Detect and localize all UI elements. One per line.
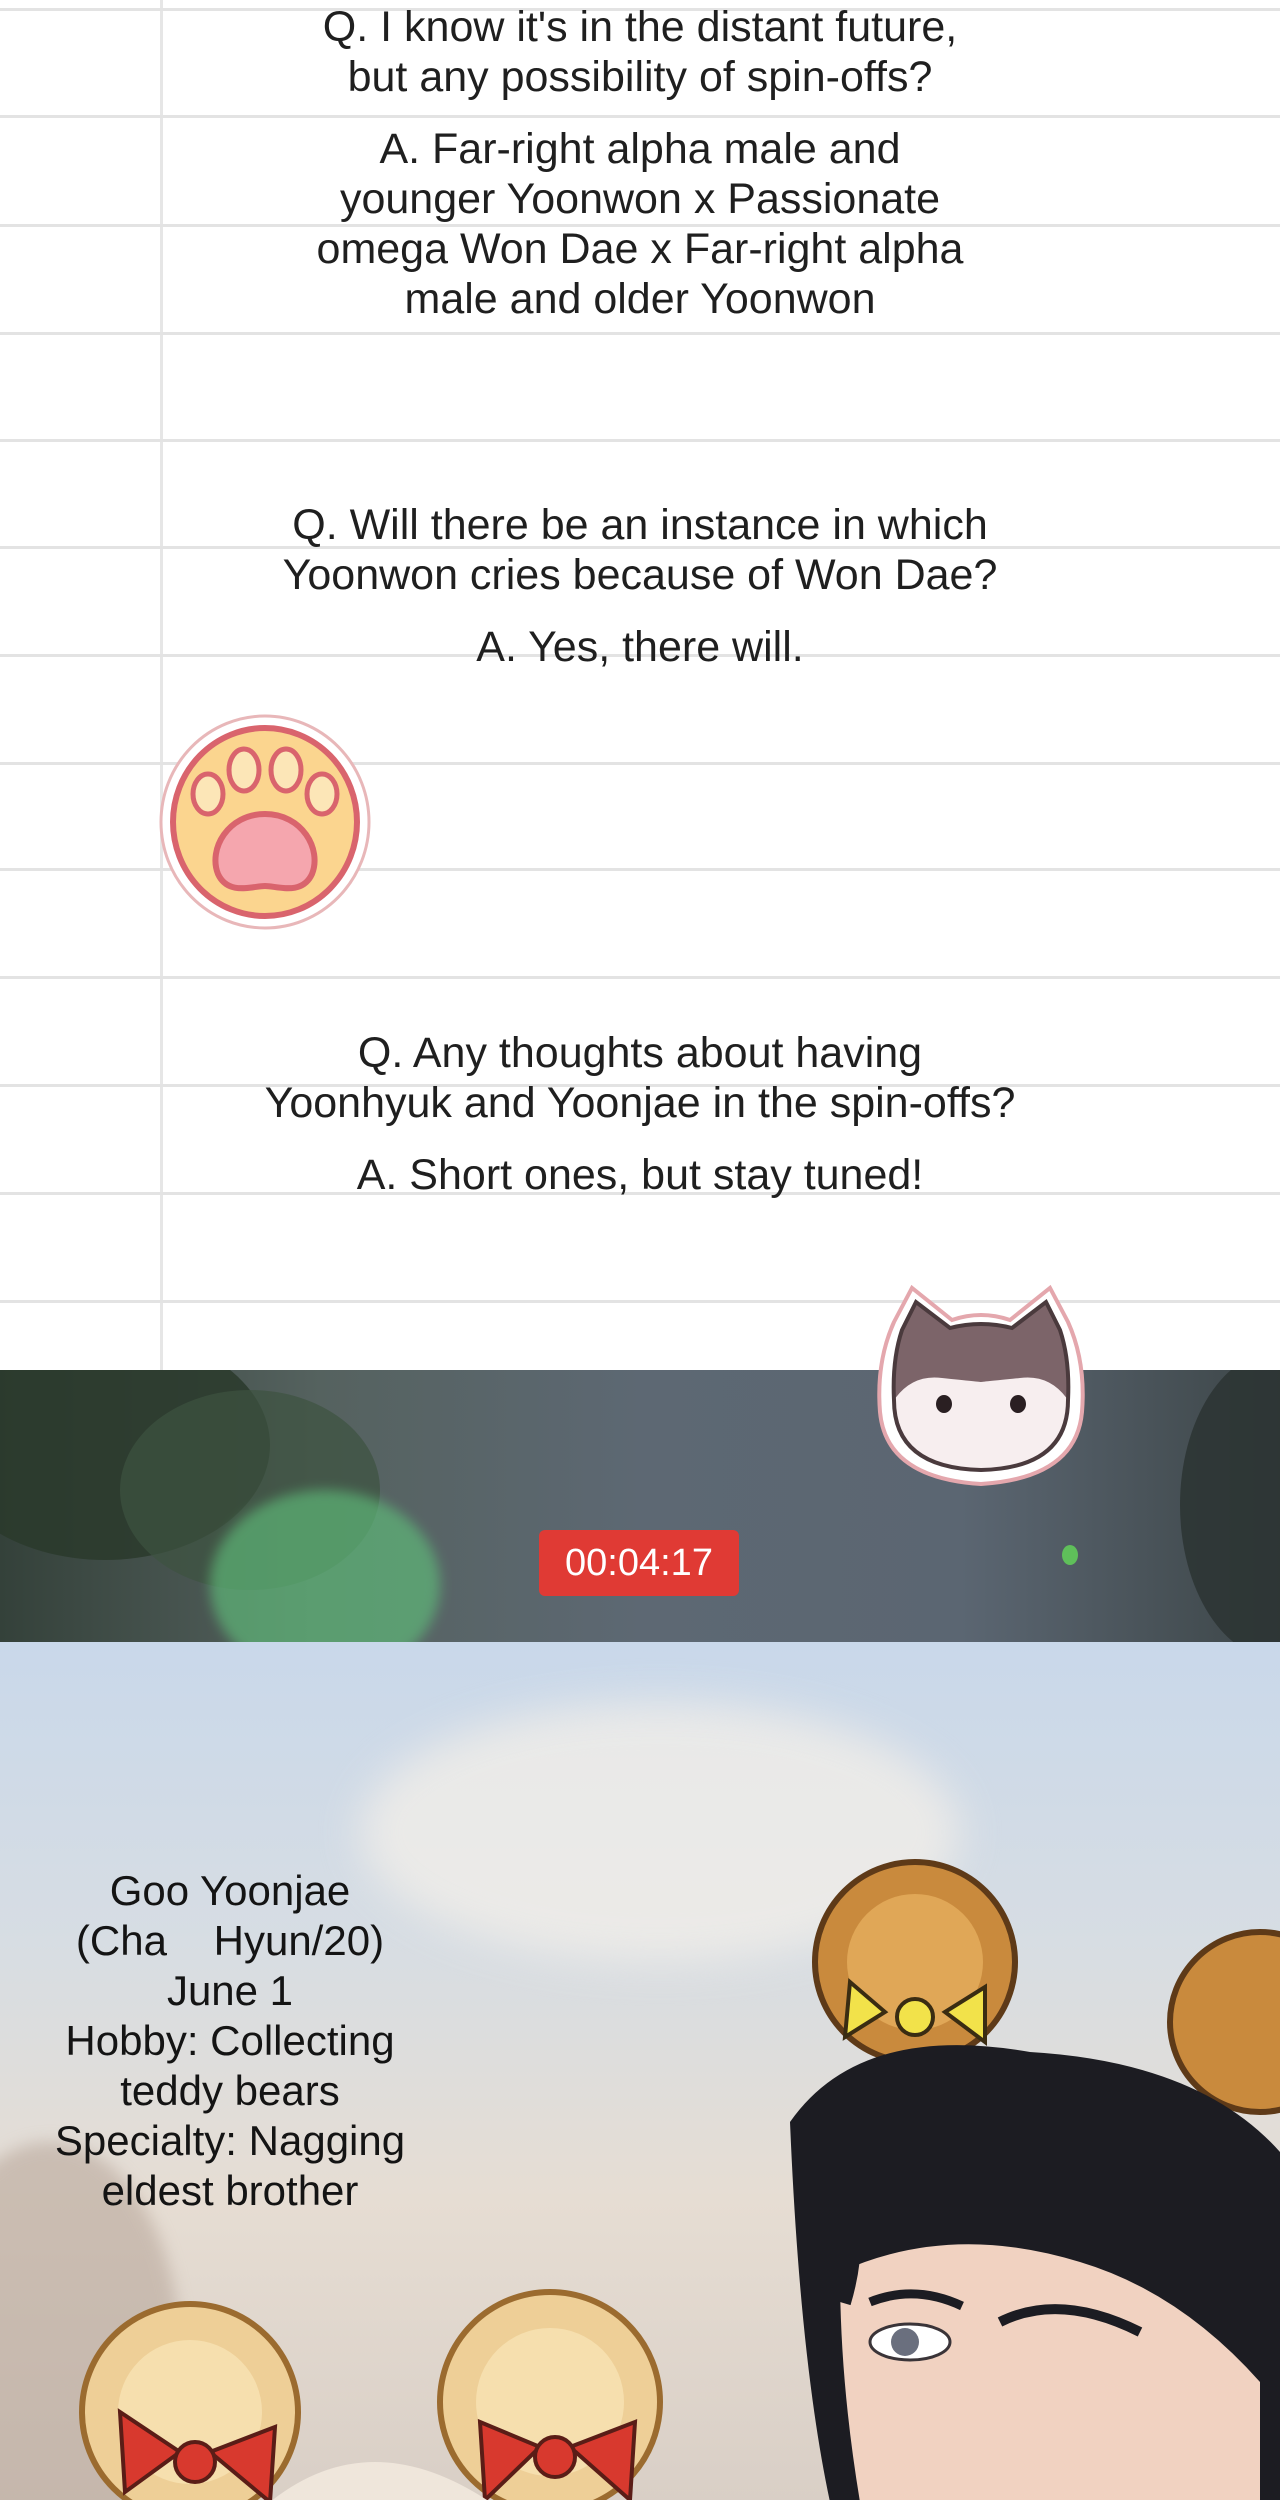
- question-text: Q. Will there be an instance in which Yo…: [282, 501, 998, 599]
- cat-face-sticker-icon: [877, 1284, 1085, 1487]
- qa-block: Q. Will there be an instance in which Yo…: [160, 500, 1120, 672]
- paw-sticker-icon: [159, 714, 371, 930]
- qa-block: Q. Any thoughts about having Yoonhyuk an…: [160, 1028, 1120, 1200]
- character-yoonhyuk-illustration: [790, 1859, 1280, 2500]
- notebook-paper: Q. I know it's in the distant future, bu…: [0, 0, 1280, 1370]
- character-yoonjae-illustration: [79, 2289, 663, 2500]
- answer-text: A. Far-right alpha male and younger Yoon…: [316, 125, 964, 323]
- paper-rule: [0, 439, 1280, 442]
- question-text: Q. I know it's in the distant future, bu…: [322, 3, 958, 101]
- paper-rule: [0, 332, 1280, 335]
- paper-rule: [0, 976, 1280, 979]
- character-profile-text: Goo Yoonjae (Cha Hyun/20) June 1 Hobby: …: [54, 1867, 406, 2214]
- video-timestamp-badge: 00:04:17: [539, 1530, 739, 1596]
- tree-foliage: [1180, 1370, 1280, 1642]
- answer-text: A. Yes, there will.: [476, 623, 804, 671]
- answer-text: A. Short ones, but stay tuned!: [356, 1151, 924, 1199]
- green-light-dot: [1062, 1545, 1078, 1565]
- qa-block: Q. I know it's in the distant future, bu…: [160, 2, 1120, 324]
- question-text: Q. Any thoughts about having Yoonhyuk an…: [264, 1029, 1016, 1127]
